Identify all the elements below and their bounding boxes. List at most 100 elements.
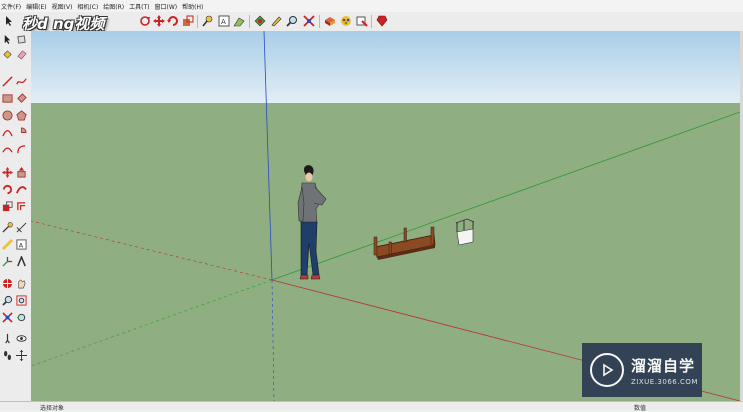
offset-icon (17, 202, 26, 211)
rectangle-icon (2, 94, 13, 103)
3d-text-tool[interactable] (15, 255, 28, 268)
section-plane-icon (16, 350, 27, 361)
follow-me-icon (233, 17, 245, 27)
styles-button[interactable] (355, 14, 369, 28)
push-pull-icon (254, 15, 266, 27)
rotate-button[interactable] (166, 14, 180, 28)
zoom-icon (286, 16, 297, 27)
select-icon (6, 16, 12, 26)
scale-icon (2, 201, 13, 212)
text-tool[interactable]: A (15, 238, 28, 251)
sky (31, 31, 740, 103)
push-pull-icon (17, 167, 26, 178)
make-component-tool[interactable] (15, 33, 28, 46)
ruby-button[interactable] (375, 14, 389, 28)
offset-tool[interactable] (15, 200, 28, 213)
zoom-extents-tool[interactable] (1, 311, 14, 324)
menu-window[interactable]: 窗口(W) (154, 2, 182, 11)
follow-me-icon (16, 186, 27, 194)
select-tool-button[interactable] (2, 14, 16, 28)
components-button[interactable] (323, 14, 337, 28)
make-component-icon (17, 35, 26, 44)
rotated-rectangle-icon (17, 93, 27, 103)
look-around-tool[interactable] (15, 332, 28, 345)
section-plane-tool[interactable] (15, 349, 28, 362)
move-tool[interactable] (1, 166, 14, 179)
zoom-button[interactable] (285, 14, 299, 28)
dimension-tool[interactable] (15, 221, 28, 234)
rotate-icon (167, 16, 178, 26)
protractor-tool[interactable] (1, 238, 14, 251)
freehand-tool[interactable] (15, 75, 28, 88)
follow-me-tool[interactable] (15, 183, 28, 196)
line-icon (2, 76, 13, 87)
svg-text:A: A (19, 241, 24, 249)
push-pull-tool[interactable] (15, 166, 28, 179)
menu-tools[interactable]: 工具(T) (128, 2, 153, 11)
tape-measure-icon (2, 222, 13, 233)
pan-tool[interactable] (15, 277, 28, 290)
scale-tool[interactable] (1, 200, 14, 213)
circle-tool[interactable] (1, 109, 14, 122)
orbit-icon (2, 278, 13, 289)
line-tool[interactable] (1, 75, 14, 88)
select-icon (4, 34, 11, 45)
text-button[interactable]: A (217, 14, 231, 28)
zoom-window-icon (16, 295, 27, 306)
freehand-icon (16, 78, 27, 85)
select-tool[interactable] (1, 33, 14, 46)
zoom-tool[interactable] (1, 294, 14, 307)
position-camera-tool[interactable] (1, 349, 14, 362)
look-around-icon (16, 335, 27, 342)
menu-help[interactable]: 帮助(H) (181, 2, 207, 11)
menu-edit[interactable]: 编辑(E) (25, 2, 50, 11)
status-text: 选择对象 (40, 405, 65, 412)
scale-button[interactable] (181, 14, 195, 28)
push-pull-button[interactable] (253, 14, 267, 28)
orbit-icon (140, 16, 150, 26)
menu-bar: 文件(F) 编辑(E) 视图(V) 相机(C) 绘图(R) 工具(T) 窗口(W… (0, 0, 743, 12)
styles-icon (356, 16, 368, 27)
components-icon (325, 17, 335, 26)
eraser-tool[interactable] (15, 48, 28, 61)
three-point-arc-icon (17, 145, 26, 154)
paint-bucket-tool[interactable] (1, 48, 14, 61)
3d-text-icon (17, 256, 26, 267)
rotate-tool[interactable] (1, 183, 14, 196)
zoom-extents-icon (2, 312, 13, 323)
arc-tool[interactable] (1, 126, 14, 139)
two-point-arc-tool[interactable] (1, 143, 14, 156)
polygon-tool[interactable] (15, 109, 28, 122)
watermark-title: 溜溜自学 (631, 356, 696, 375)
walk-icon (5, 333, 10, 344)
menu-view[interactable]: 视图(V) (51, 2, 77, 11)
move-icon (2, 167, 13, 178)
arc-icon (2, 130, 13, 137)
rotate-icon (2, 184, 13, 195)
main-toolbar: A (0, 12, 743, 32)
tape-button[interactable] (269, 14, 283, 28)
eraser-icon (17, 50, 27, 60)
axes-tool[interactable] (1, 255, 14, 268)
svg-text:A: A (221, 18, 226, 26)
walk-tool[interactable] (1, 332, 14, 345)
menu-camera[interactable]: 相机(C) (76, 2, 102, 11)
menu-file[interactable]: 文件(F) (0, 2, 25, 11)
rotated-rectangle-tool[interactable] (15, 92, 28, 105)
previous-view-tool[interactable] (15, 311, 28, 324)
pie-icon (21, 127, 27, 133)
three-point-arc-tool[interactable] (15, 143, 28, 156)
orbit-button[interactable] (138, 14, 152, 28)
move-button[interactable] (152, 14, 166, 28)
rectangle-tool[interactable] (1, 92, 14, 105)
tape-measure-tool[interactable] (1, 221, 14, 234)
walk-button[interactable] (201, 14, 215, 28)
pie-tool[interactable] (15, 126, 28, 139)
orbit-tool[interactable] (1, 277, 14, 290)
left-toolbar: A (0, 31, 32, 401)
zoom-window-tool[interactable] (15, 294, 28, 307)
follow-me-button[interactable] (232, 14, 246, 28)
materials-button[interactable] (339, 14, 353, 28)
zoom-extents-button[interactable] (302, 14, 316, 28)
menu-draw[interactable]: 绘图(R) (102, 2, 128, 11)
